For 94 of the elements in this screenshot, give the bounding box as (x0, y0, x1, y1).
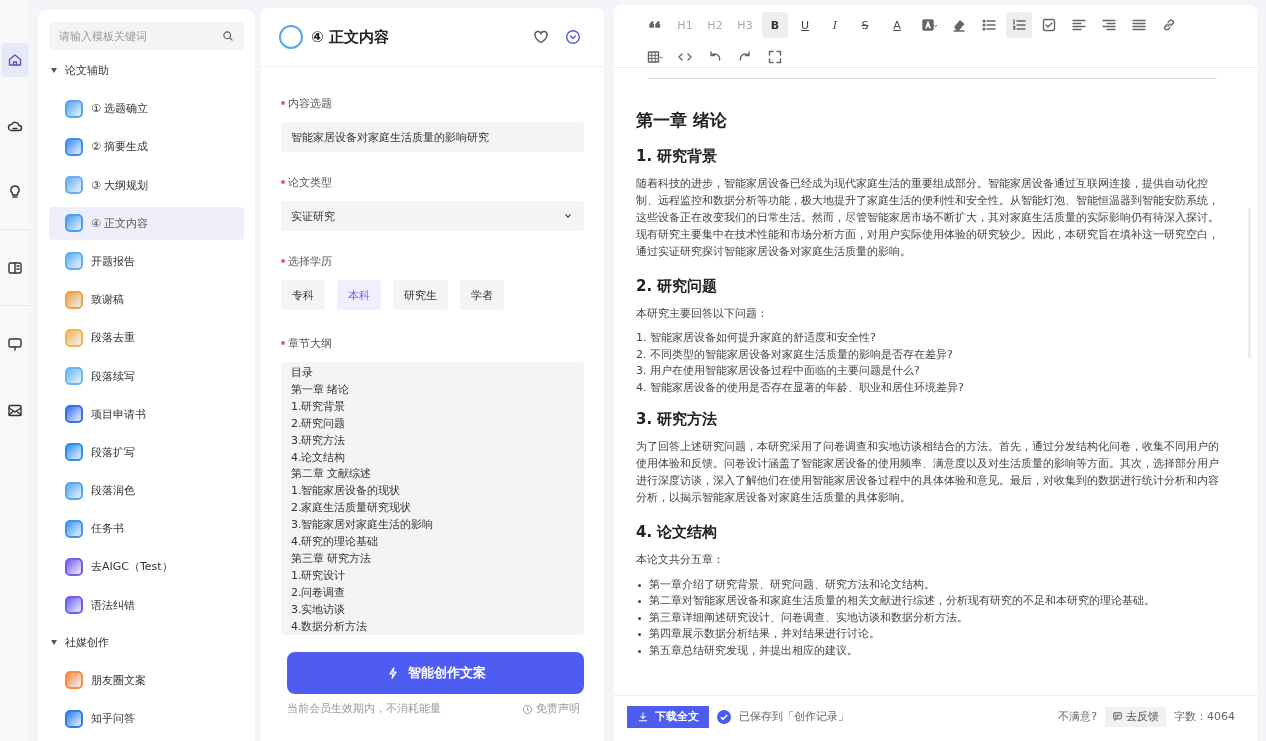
group-title: 论文辅助 (65, 63, 109, 78)
input-field[interactable]: 智能家居设备对家庭生活质量的影响研究 (281, 122, 584, 152)
app-icon (65, 519, 83, 538)
group-title: 社媒创作 (65, 634, 109, 650)
list-item: 4. 智能家居设备的使用是否存在显著的年龄、职业和居住环境差异? (636, 379, 965, 396)
option-chip[interactable]: 专科 (281, 280, 325, 310)
section-heading: 4. 论文结构 (636, 522, 719, 544)
field-label: 内容选题 (288, 95, 332, 111)
feedback-button[interactable]: 去反馈 (1105, 706, 1166, 727)
list-item: 第一章介绍了研究背景、研究问题、研究方法和论文结构。 (649, 576, 935, 593)
check-circle-icon (717, 709, 731, 724)
group-header[interactable]: 论文辅助 (49, 54, 244, 87)
app-icon (65, 557, 83, 576)
sidebar-item[interactable]: 朋友圈文案 (49, 663, 244, 697)
list-item: 第四章展示数据分析结果，并对结果进行讨论。 (649, 626, 880, 643)
format-button[interactable]: I (822, 12, 848, 38)
section-heading: 3. 研究方法 (636, 409, 719, 431)
format-button[interactable]: A (882, 12, 912, 38)
sidebar-item[interactable]: ④ 正文内容 (49, 206, 244, 240)
word-count: 字数：4064 (1174, 709, 1235, 724)
list-item: 第三章详细阐述研究设计、问卷调查、实地访谈和数据分析方法。 (649, 609, 968, 626)
panel-title: ④ 正文内容 (311, 27, 389, 47)
bullet-dot (638, 649, 641, 653)
sidebar-item[interactable]: 段落续写 (49, 359, 244, 393)
download-button[interactable]: 下载全文 (627, 705, 709, 728)
option-chip[interactable]: 本科 (337, 280, 381, 310)
bulb-icon (7, 184, 23, 200)
format-button[interactable]: B (762, 12, 788, 38)
sidebar-item[interactable]: 段落去重 (49, 321, 244, 355)
app-icon (65, 176, 83, 195)
sidebar-item[interactable]: 致谢稿 (49, 283, 244, 317)
monitor-icon (7, 336, 23, 352)
search-icon (222, 30, 234, 42)
search-field[interactable]: 请输入模板关键词 (49, 22, 244, 50)
paragraph: 本研究主要回答以下问题： (636, 305, 769, 322)
sidebar-item[interactable]: 去AIGC（Test） (49, 550, 244, 584)
chapter-heading: 第一章 绪论 (636, 109, 728, 132)
download-icon (637, 710, 649, 723)
field-label: 章节大纲 (288, 335, 332, 351)
generate-button[interactable]: 智能创作文案 (287, 652, 584, 694)
sidebar-item[interactable]: ③ 大纲规划 (49, 168, 244, 202)
app-icon (65, 709, 83, 728)
sidebar-item[interactable]: 知乎问答 (49, 702, 244, 735)
sidebar-item[interactable]: 开题报告 (49, 244, 244, 278)
format-button[interactable]: S (852, 12, 878, 38)
app-icon (65, 405, 83, 424)
unsatisfied-label: 不满意? (1058, 709, 1097, 724)
numbered-list-icon[interactable] (1006, 12, 1032, 38)
sidebar-item[interactable]: ② 摘要生成 (49, 130, 244, 164)
sidebar-item[interactable]: 段落扩写 (49, 435, 244, 469)
paragraph: 本论文共分五章： (636, 552, 725, 569)
sidebar-item[interactable]: 项目申请书 (49, 397, 244, 431)
section-heading: 1. 研究背景 (636, 146, 719, 167)
sidebar-item[interactable]: 语法纠错 (49, 588, 244, 622)
select-field[interactable]: 实证研究 (281, 201, 584, 231)
field-label: 选择学历 (288, 253, 332, 269)
sidebar-item[interactable]: 段落润色 (49, 474, 244, 508)
message-icon (1112, 711, 1123, 722)
group-header[interactable]: 社媒创作 (49, 625, 244, 659)
app-icon (65, 671, 83, 690)
field-label: 论文类型 (288, 174, 332, 190)
app-icon (65, 443, 83, 462)
list-item: 第五章总结研究发现，并提出相应的建议。 (649, 642, 858, 659)
mail-icon (7, 402, 23, 418)
bullet-dot (638, 583, 641, 587)
app-icon (65, 214, 83, 233)
outline-field[interactable]: 目录 第一章 绪论 1.研究背景 2.研究问题 3.研究方法 4.论文结构 第二章 文献综述 1.智能家居设备的现状 2.家庭生活质量研究现状 3.智能家居对家庭生活的影响 4.研究的理论基础 第三章 研究方法 1.研究设计 2.问卷调查 3.实地访谈 4.数据分析方法 (281, 362, 584, 635)
save-status: 已保存到「创作记录」 (739, 709, 849, 724)
membership-note: 当前会员生效期内，不消耗能量 (287, 702, 441, 716)
paragraph: 为了回答上述研究问题，本研究采用了问卷调查和实地访谈相结合的方法。首先，通过分发结构化问卷，收集不同用户的使用体验和反馈。问卷设计涵盖了智能家居设备的使用频率、满意度以及对生活质量的影响等方面。其次，选择部分用户进行深度访谈，深入了解他们在使用智能家居设备过程中的具体体验和意见。最后，对收集到的数据进行统计分析和内容分析，以揭示智能家居设备对家庭生活质量的具体影响。 (636, 439, 1220, 507)
option-chip[interactable]: 研究生 (393, 280, 448, 310)
list-item: 2. 不同类型的智能家居设备对家庭生活质量的影响是否存在差异? (636, 346, 954, 363)
home-icon (7, 52, 23, 68)
app-icon (65, 367, 83, 385)
list-item: 1. 智能家居设备如何提升家庭的舒适度和安全性? (636, 330, 877, 347)
format-button[interactable]: U (792, 12, 818, 38)
option-chip[interactable]: 学者 (460, 280, 504, 310)
bullet-dot (638, 616, 641, 620)
sidebar-item[interactable]: ① 选题确立 (49, 92, 244, 126)
app-icon (65, 137, 83, 156)
section-heading: 2. 研究问题 (636, 275, 719, 297)
app-icon (65, 481, 83, 500)
app-icon (65, 252, 83, 271)
app-icon (65, 290, 83, 309)
list-item: 第二章对智能家居设备和家庭生活质量的相关文献进行综述，分析现有研究的不足和本研究的理论基础。 (649, 593, 1155, 610)
bullet-dot (638, 600, 641, 604)
book-icon (7, 260, 23, 276)
list-item: 3. 用户在使用智能家居设备过程中面临的主要问题是什么? (636, 363, 921, 380)
paragraph: 随着科技的进步，智能家居设备已经成为现代家庭生活的重要组成部分。智能家居设备通过互联网连接，提供自动化控制、远程监控和数据分析等功能，极大地提升了家庭生活的便利性和安全性。从智能灯泡、智能恒温器到智能安防系统，这些设备正在改变我们的日常生活。然而，尽管智能家居市场不断扩大，其对家庭生活质量的实际影响仍有待深入探讨。现有研究主要集中在技术性能和市场分析方面，对用户实际使用体验的研究较少。因此，本研究旨在填补这一研究空白，通过实证研究探讨智能家居设备对家庭生活质量的影响。 (636, 176, 1220, 260)
app-icon (65, 596, 83, 615)
bullet-dot (638, 633, 641, 637)
app-icon (65, 99, 83, 118)
sidebar-item[interactable]: 任务书 (49, 512, 244, 546)
app-icon (65, 328, 83, 347)
